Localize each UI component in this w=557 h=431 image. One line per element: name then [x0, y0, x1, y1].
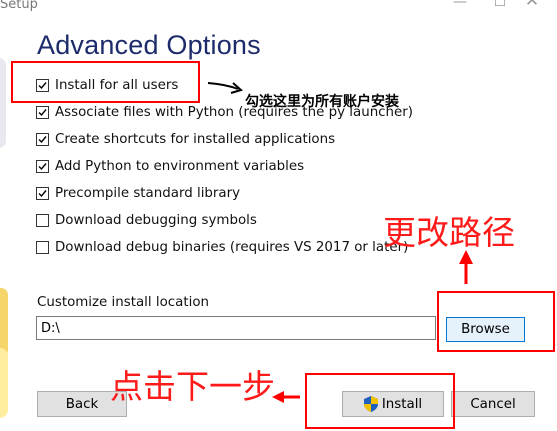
option-label: Precompile standard library: [55, 185, 241, 201]
checkbox[interactable]: [36, 186, 49, 200]
checkbox[interactable]: [36, 240, 49, 254]
annotation-change-path: 更改路径: [383, 213, 515, 252]
install-location-label: Customize install location: [37, 295, 210, 310]
title-bar: Setup — ☐ ✕: [0, 0, 557, 18]
page-title: Advanced Options: [37, 30, 261, 60]
install-location-input[interactable]: [36, 316, 436, 340]
option-precompile-stdlib[interactable]: Precompile standard library: [36, 183, 240, 203]
decoration-stripe-top: [0, 58, 6, 148]
minimize-button[interactable]: —: [440, 0, 480, 14]
annotation-next-step: 点击下一步: [110, 367, 275, 406]
highlight-box-install: [305, 373, 455, 429]
cancel-button[interactable]: Cancel: [451, 391, 535, 417]
check-icon: [38, 189, 47, 197]
option-label: Create shortcuts for installed applicati…: [55, 131, 336, 147]
highlight-box-browse: [437, 291, 555, 352]
arrow-to-all-users-icon: [207, 82, 244, 94]
option-debug-binaries[interactable]: Download debug binaries (requires VS 201…: [36, 237, 408, 257]
window-title: Setup: [0, 0, 38, 12]
arrow-to-install-icon: [272, 391, 300, 403]
option-label: Download debug binaries (requires VS 201…: [55, 239, 409, 255]
check-icon: [38, 108, 47, 116]
checkbox[interactable]: [36, 105, 49, 119]
option-add-to-path[interactable]: Add Python to environment variables: [36, 156, 304, 176]
close-button[interactable]: ✕: [512, 0, 552, 11]
option-debug-symbols[interactable]: Download debugging symbols: [36, 210, 257, 230]
checkbox[interactable]: [36, 213, 49, 227]
option-label: Download debugging symbols: [55, 212, 257, 228]
option-create-shortcuts[interactable]: Create shortcuts for installed applicati…: [36, 129, 335, 149]
highlight-box-all-users: [11, 61, 200, 103]
check-icon: [38, 162, 47, 170]
arrow-up-to-browse-icon: [459, 250, 473, 284]
checkbox[interactable]: [36, 159, 49, 173]
annotation-all-users: 勾选这里为所有账户安装: [245, 94, 399, 110]
check-icon: [38, 135, 47, 143]
option-label: Add Python to environment variables: [55, 158, 305, 174]
decoration-stripe-bottom: [0, 348, 8, 418]
checkbox[interactable]: [36, 132, 49, 146]
